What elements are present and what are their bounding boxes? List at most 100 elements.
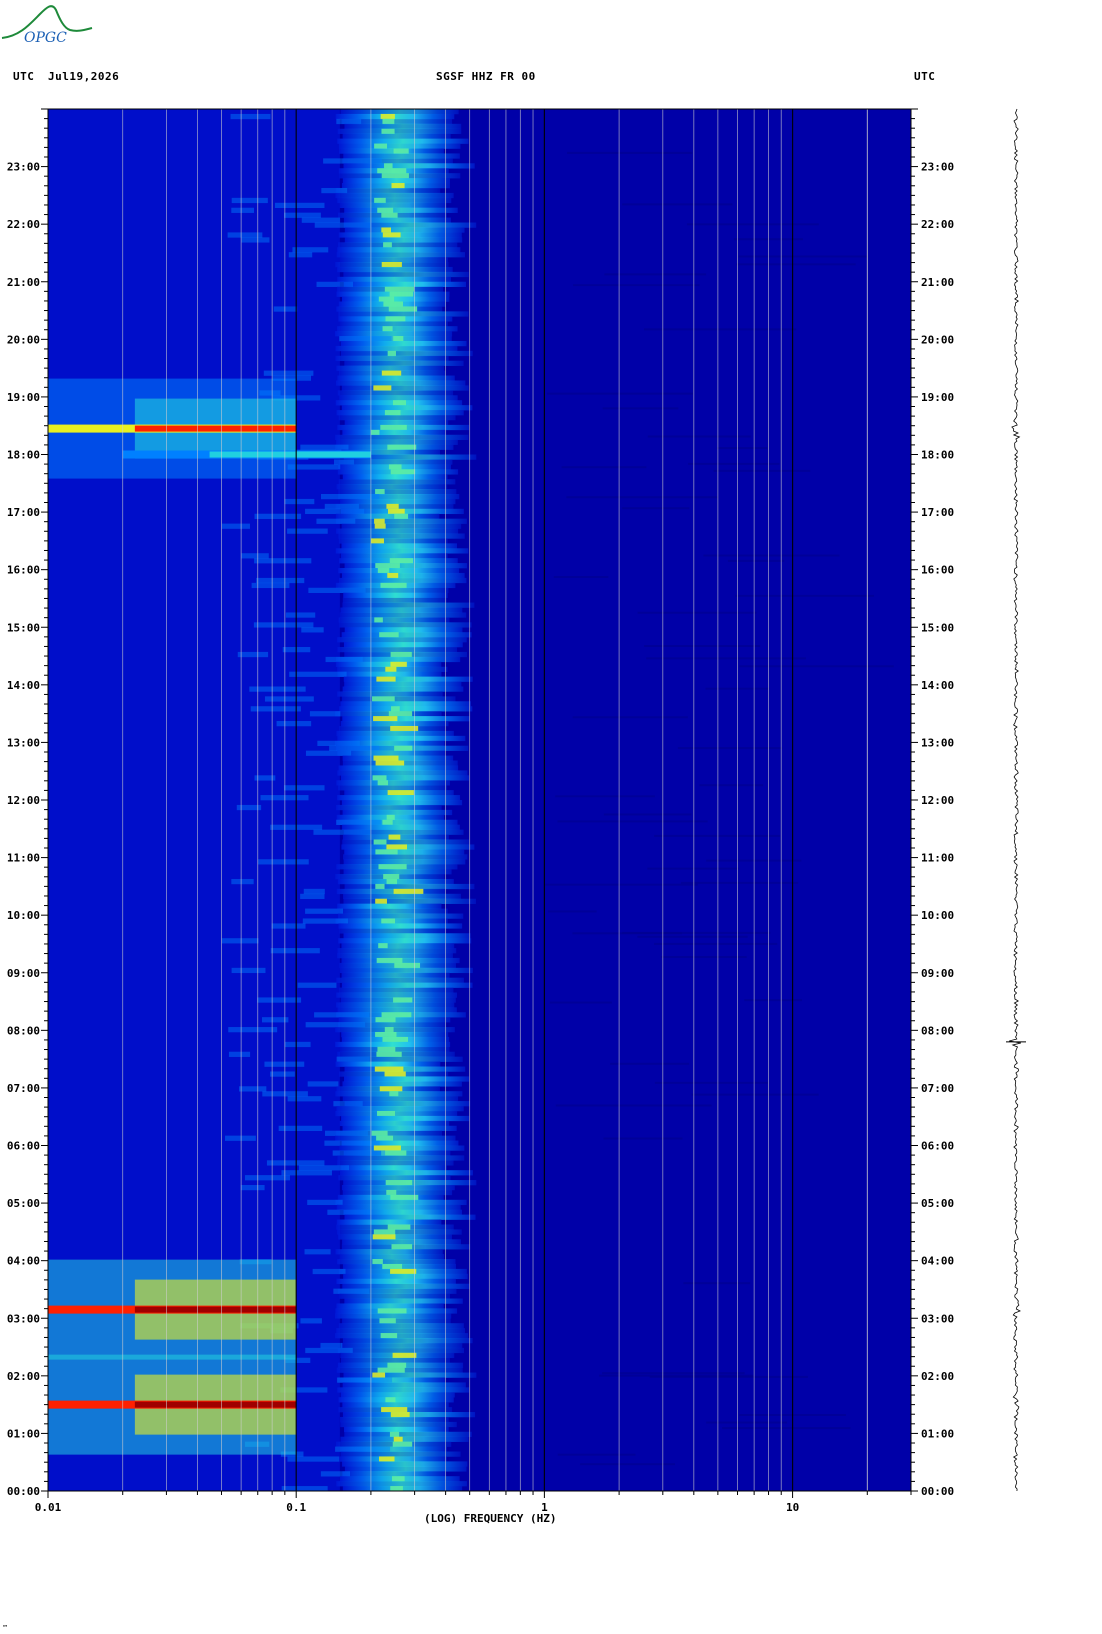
microseism-peak-cell [374, 197, 386, 204]
microseism-peak-cell [375, 849, 398, 855]
y-tick-label-left: 16:00 [7, 564, 40, 577]
lowfreq-noise-cell [298, 1165, 350, 1171]
lowfreq-noise-cell [307, 1081, 339, 1087]
microseism-band-row [342, 597, 447, 603]
lowfreq-noise-cell [333, 459, 355, 465]
highfreq-texture [622, 203, 733, 206]
microseism-band-row [339, 257, 449, 263]
microseism-band-row [336, 888, 446, 895]
highfreq-texture [573, 284, 700, 287]
microseism-peak-cell [374, 518, 385, 524]
highfreq-texture [654, 1081, 769, 1084]
microseism-peak-cell [374, 143, 388, 149]
microseism-peak-cell [377, 1308, 407, 1314]
y-tick-label-right: 17:00 [921, 506, 954, 519]
highfreq-texture [622, 931, 771, 934]
highfreq-texture [561, 466, 647, 469]
highfreq-texture [549, 1001, 612, 1004]
microseism-band-row [344, 883, 475, 890]
lowfreq-noise-cell [312, 1268, 346, 1275]
lowfreq-noise-cell [324, 503, 359, 510]
microseism-band-row [337, 197, 452, 204]
microseism-peak-cell [390, 469, 416, 475]
highfreq-texture [716, 447, 768, 450]
microseism-peak-cell [390, 725, 419, 732]
microseism-peak-cell [375, 1017, 396, 1023]
microseism-peak-cell [391, 336, 404, 342]
microseism-band-row [342, 1402, 449, 1408]
microseism-peak-cell [374, 617, 383, 623]
microseism-peak-cell [390, 1194, 419, 1201]
microseism-band-row [338, 765, 459, 771]
highfreq-texture [735, 594, 875, 597]
lowfreq-noise-cell [300, 1318, 322, 1324]
highfreq-texture [637, 611, 757, 614]
microseism-peak-cell [389, 1431, 400, 1438]
microseism-band-row [339, 577, 467, 584]
highfreq-texture [739, 665, 894, 668]
microseism-peak-cell [375, 1031, 397, 1038]
microseism-band-row [339, 1120, 450, 1127]
microseism-band-row [340, 721, 449, 727]
y-tick-label-left: 21:00 [7, 276, 40, 289]
y-tick-label-left: 17:00 [7, 506, 40, 519]
highfreq-texture [547, 392, 694, 395]
lowfreq-noise-cell [305, 908, 344, 914]
lowfreq-noise-cell [288, 252, 313, 258]
microseism-band-row [335, 1249, 443, 1255]
microseism-peak-cell [377, 568, 390, 574]
microseism-band-row [339, 706, 473, 712]
microseism-peak-cell [378, 943, 388, 949]
microseism-band-row [336, 1278, 456, 1284]
lowfreq-noise-cell [324, 1140, 380, 1146]
lowfreq-noise-cell [251, 582, 290, 589]
lowfreq-noise-cell [261, 1017, 289, 1023]
y-tick-label-right: 00:00 [921, 1485, 954, 1498]
lowfreq-noise-cell [269, 1071, 295, 1077]
microseism-band-row [339, 202, 447, 209]
lowfreq-noise-cell [244, 1175, 290, 1181]
microseism-peak-cell [374, 1066, 404, 1072]
microseism-peak-cell [391, 706, 400, 712]
lowfreq-noise-cell [327, 1209, 372, 1215]
microseism-peak-cell [393, 1436, 403, 1442]
highfreq-texture [599, 1374, 754, 1377]
microseism-band-row [343, 163, 475, 169]
highfreq-texture [744, 999, 803, 1002]
microseism-band-row [341, 523, 462, 529]
y-tick-label-left: 14:00 [7, 679, 40, 692]
lowfreq-noise-cell [333, 1101, 363, 1107]
microseism-band-row [342, 1337, 473, 1344]
highfreq-texture [680, 881, 799, 884]
lowfreq-noise-cell [302, 918, 348, 924]
microseism-peak-cell [389, 291, 414, 297]
microseism-band-row [338, 242, 458, 248]
microseism-peak-cell [373, 839, 387, 845]
highfreq-texture [603, 1137, 683, 1140]
microseism-band-row [343, 893, 461, 900]
y-tick-label-left: 20:00 [7, 333, 40, 346]
microseism-peak-cell [387, 350, 396, 357]
lowfreq-noise-cell [316, 518, 356, 524]
lowfreq-noise-cell [297, 982, 337, 988]
lowfreq-noise-cell [257, 997, 302, 1003]
microseism-band-row [342, 716, 470, 722]
microseism-band-row [342, 1189, 453, 1196]
y-tick-label-right: 16:00 [921, 564, 954, 577]
microseism-peak-cell [377, 1110, 396, 1117]
microseism-peak-cell [381, 227, 392, 233]
highfreq-texture [557, 1453, 636, 1456]
microseism-band-row [338, 1175, 451, 1181]
y-tick-label-left: 23:00 [7, 161, 40, 174]
microseism-band-row [342, 1318, 451, 1324]
lowfreq-noise-cell [316, 281, 354, 287]
microseism-band-row [343, 1076, 470, 1082]
lowfreq-noise-cell [287, 528, 328, 534]
microseism-band-row [335, 1061, 441, 1067]
lowfreq-noise-cell [320, 493, 380, 500]
microseism-band-row [339, 908, 448, 914]
microseism-band-row [340, 1357, 450, 1363]
microseism-peak-cell [379, 1456, 395, 1462]
microseism-band-row [340, 1416, 449, 1423]
microseism-band-row [341, 800, 463, 806]
